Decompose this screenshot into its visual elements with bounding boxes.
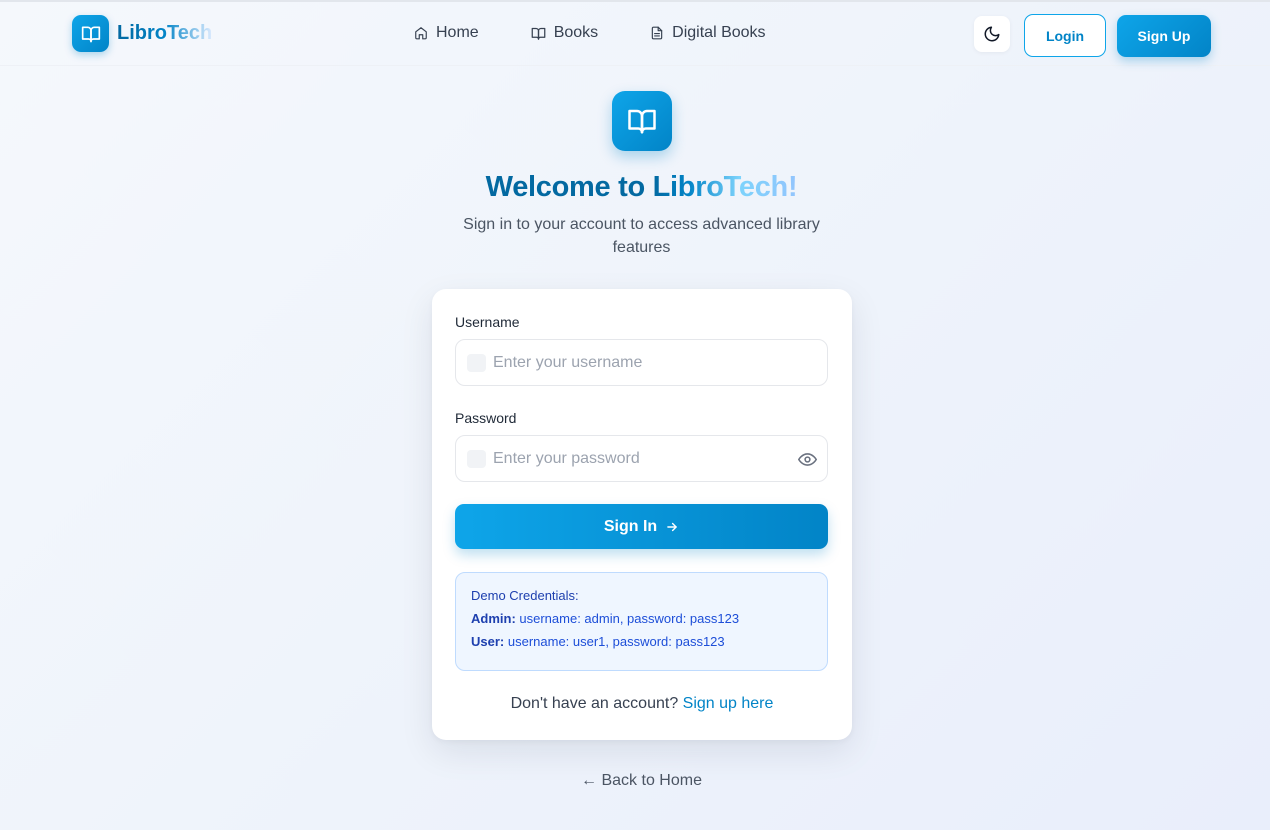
- moon-icon: [984, 26, 1000, 42]
- document-icon: [651, 26, 663, 40]
- open-book-icon: [628, 109, 656, 134]
- title-prefix: Welcome to: [485, 171, 653, 203]
- brand-name: LibroTech: [117, 22, 213, 44]
- login-button[interactable]: Login: [1024, 14, 1106, 57]
- signup-button[interactable]: Sign Up: [1117, 15, 1211, 57]
- login-card: Username Password Sign In Demo Credentia…: [432, 289, 852, 740]
- username-input[interactable]: [493, 340, 793, 385]
- demo-user-label: User:: [471, 634, 505, 649]
- demo-admin-text: username: admin, password: pass123: [515, 611, 740, 626]
- nav-books-label: Books: [553, 24, 599, 41]
- password-label: Password: [455, 410, 517, 426]
- demo-credentials-box: Demo Credentials: Admin: username: admin…: [455, 572, 828, 671]
- title-brand: LibroTech!: [652, 171, 798, 203]
- navbar: LibroTech Home Books Digital Books Login…: [0, 2, 1270, 66]
- nav-digital-books[interactable]: Digital Books: [650, 24, 766, 42]
- sign-in-label: Sign In: [603, 517, 658, 535]
- signup-prompt: Don't have an account? Sign up here: [432, 695, 852, 713]
- nav-digital-books-label: Digital Books: [672, 24, 766, 41]
- nav-home-label: Home: [436, 24, 479, 41]
- password-field: [455, 435, 828, 482]
- page-subtitle: Sign in to your account to access advanc…: [463, 216, 820, 256]
- home-icon: [415, 27, 427, 40]
- demo-admin-label: Admin:: [471, 611, 516, 626]
- nav-books[interactable]: Books: [531, 24, 598, 42]
- theme-toggle-button[interactable]: [974, 16, 1010, 52]
- lock-icon: [467, 450, 486, 468]
- nav-home[interactable]: Home: [414, 24, 479, 42]
- signup-prompt-text: Don't have an account?: [510, 695, 679, 712]
- book-icon: [531, 27, 546, 40]
- arrow-right-icon: [667, 522, 677, 531]
- hero-logo: [612, 91, 672, 151]
- main-nav: Home Books Digital Books: [414, 24, 766, 42]
- demo-admin-line: Admin: username: admin, password: pass12…: [471, 611, 812, 626]
- demo-user-text: username: user1, password: pass123: [504, 634, 725, 649]
- username-label: Username: [455, 314, 520, 330]
- demo-user-line: User: username: user1, password: pass123: [471, 634, 812, 649]
- eye-icon[interactable]: [798, 450, 817, 469]
- page-title: Welcome to LibroTech!: [0, 171, 1270, 204]
- demo-title: Demo Credentials:: [471, 588, 579, 603]
- open-book-icon: [72, 15, 109, 52]
- signup-link[interactable]: Sign up here: [683, 695, 774, 712]
- password-input[interactable]: [493, 436, 793, 481]
- brand[interactable]: LibroTech: [72, 15, 212, 52]
- back-to-home-link[interactable]: ← Back to Home: [0, 772, 1270, 790]
- user-icon: [467, 354, 486, 372]
- sign-in-button[interactable]: Sign In: [455, 504, 828, 549]
- username-field: [455, 339, 828, 386]
